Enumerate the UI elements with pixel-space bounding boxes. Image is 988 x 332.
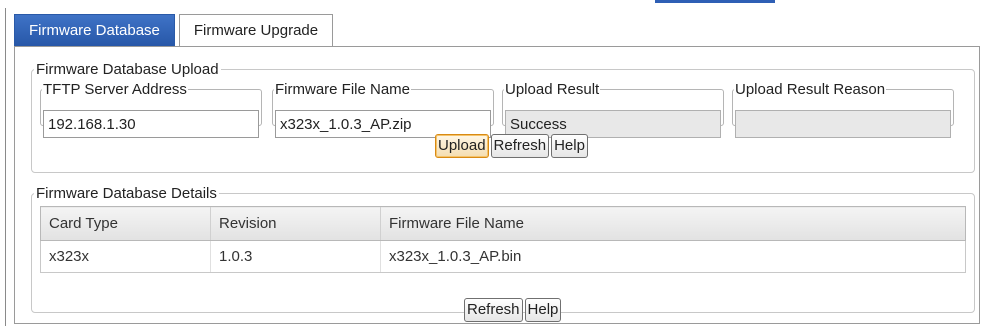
left-divider <box>5 8 6 326</box>
firmware-details-table: Card Type Revision Firmware File Name x3… <box>40 206 966 273</box>
upload-button[interactable]: Upload <box>435 134 489 158</box>
upload-result-reason-output <box>735 110 951 138</box>
firmware-database-upload-group: Firmware Database Upload TFTP Server Add… <box>31 61 975 173</box>
cell-firmware-file-name: x323x_1.0.3_AP.bin <box>380 240 966 273</box>
tab-label: Firmware Database <box>29 22 160 39</box>
refresh-button[interactable]: Refresh <box>490 134 550 158</box>
details-button-row: Refresh Help <box>464 298 562 322</box>
table-row[interactable]: x323x 1.0.3 x323x_1.0.3_AP.bin <box>40 240 966 273</box>
tab-content-panel: Firmware Database Upload TFTP Server Add… <box>14 46 980 324</box>
upload-result-reason-field: Upload Result Reason <box>732 81 954 138</box>
column-header-firmware-file-name[interactable]: Firmware File Name <box>380 206 966 241</box>
firmware-file-name-field: Firmware File Name <box>272 81 494 138</box>
tab-bar: Firmware Database Firmware Upgrade <box>14 14 974 46</box>
tftp-server-address-input[interactable] <box>43 110 259 138</box>
tab-firmware-database[interactable]: Firmware Database <box>14 14 175 46</box>
table-header-row: Card Type Revision Firmware File Name <box>40 206 966 241</box>
details-help-button[interactable]: Help <box>524 298 562 322</box>
cell-revision: 1.0.3 <box>210 240 381 273</box>
column-header-card-type[interactable]: Card Type <box>40 206 211 241</box>
help-button[interactable]: Help <box>551 134 588 158</box>
cell-card-type: x323x <box>40 240 211 273</box>
group-title: Firmware Database Details <box>36 185 217 202</box>
field-label: Upload Result Reason <box>735 81 886 98</box>
upload-result-field: Upload Result <box>502 81 724 138</box>
column-header-revision[interactable]: Revision <box>210 206 381 241</box>
upload-button-row: Upload Refresh Help <box>435 134 588 158</box>
tab-firmware-upgrade[interactable]: Firmware Upgrade <box>178 14 334 46</box>
tab-label: Firmware Upgrade <box>193 22 319 39</box>
field-label: Upload Result <box>505 81 600 98</box>
details-refresh-button[interactable]: Refresh <box>464 298 523 322</box>
top-accent-bar <box>655 0 775 3</box>
field-label: TFTP Server Address <box>43 81 187 98</box>
firmware-database-details-group: Firmware Database Details Card Type Revi… <box>31 185 975 322</box>
group-title: Firmware Database Upload <box>36 61 219 78</box>
tftp-server-address-field: TFTP Server Address <box>40 81 262 138</box>
field-label: Firmware File Name <box>275 81 411 98</box>
